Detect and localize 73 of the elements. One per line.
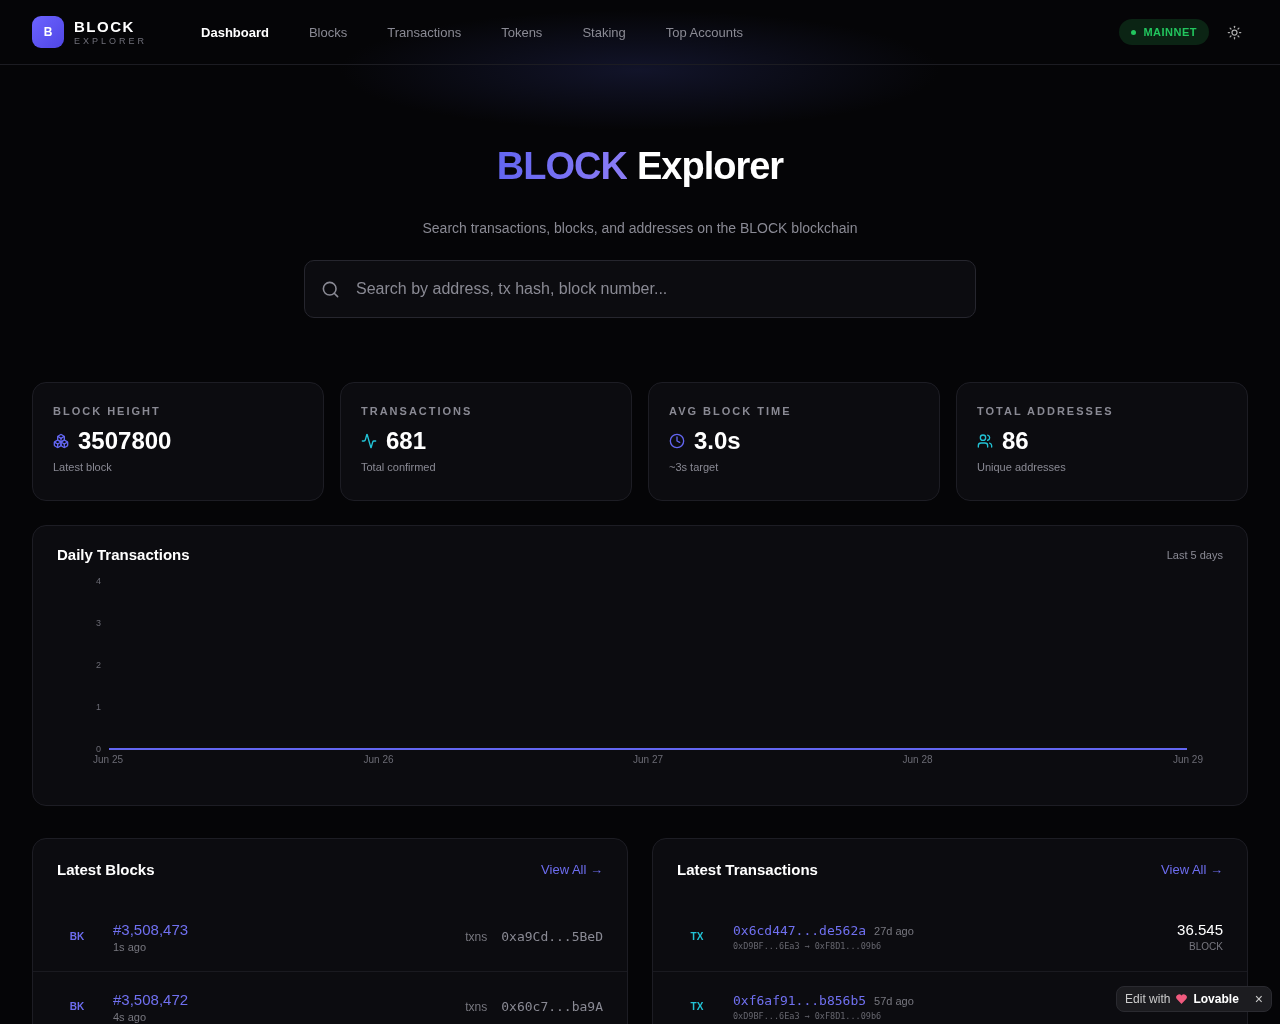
arrow-glyph: →: [804, 1010, 810, 1021]
stat-note: ~3s target: [669, 461, 720, 473]
nav-link[interactable]: Blocks: [290, 16, 366, 48]
tx-label: TX: [689, 1001, 705, 1012]
network-badge: MAINNET: [1119, 19, 1209, 45]
close-button[interactable]: ×: [1244, 991, 1263, 1007]
axis-tick-label: Jun 28: [902, 754, 933, 765]
axis-tick-label: Jun 26: [363, 754, 394, 765]
heart-icon: [1176, 994, 1188, 1004]
tx-hash-link[interactable]: 0x6cd447...de562a: [733, 922, 867, 938]
arrow-glyph: →: [804, 940, 810, 951]
block-age: 4s ago: [113, 1010, 148, 1023]
block-label: BK: [68, 931, 86, 942]
badge-brand: Lovable: [1193, 992, 1239, 1006]
block-age: 1s ago: [113, 940, 148, 953]
to-address: 0xF8D1...09b6: [814, 1010, 882, 1021]
subtitle: Search transactions, blocks, and addresses on the BLOCK blockchain: [422, 220, 858, 236]
stat-label: BLOCK HEIGHT: [53, 405, 162, 417]
block-label: BK: [68, 1001, 86, 1012]
view-all-link[interactable]: View All →: [1161, 862, 1223, 877]
tx-age: 27d ago: [874, 924, 914, 937]
to-address: 0xF8D1...09b6: [814, 940, 882, 951]
stat-value: 3507800: [78, 427, 172, 455]
page-title: Explorer: [636, 145, 784, 188]
card-title: Latest Blocks: [57, 861, 155, 878]
from-address: 0xD9BF...6Ea3: [733, 940, 800, 951]
block-number-link[interactable]: #3,508,473: [113, 920, 466, 938]
stat-label: AVG BLOCK TIME: [669, 405, 793, 417]
nav-link[interactable]: Transactions: [369, 16, 480, 48]
nav-link[interactable]: Tokens: [483, 16, 561, 48]
axis-tick-label: Jun 29: [1172, 754, 1203, 765]
range-label: Last 5 days: [1166, 548, 1223, 561]
axis-tick-label: Jun 25: [93, 754, 124, 765]
nav-link[interactable]: Dashboard: [183, 16, 287, 48]
search-icon: [321, 279, 340, 299]
edit-with-badge[interactable]: Edit with Lovable ×: [1116, 986, 1272, 1012]
stat-note: Latest block: [53, 461, 113, 473]
stat-label: TRANSACTIONS: [361, 405, 474, 417]
axis-tick-label: 1: [96, 702, 101, 712]
logo-icon[interactable]: B: [32, 16, 64, 48]
stat-value: 3.0s: [694, 427, 741, 455]
axis-tick-label: Jun 27: [633, 754, 663, 765]
brand-subtitle: EXPLORER: [74, 36, 148, 46]
card-title: Daily Transactions: [57, 546, 190, 563]
from-address: 0xD9BF...6Ea3: [733, 1010, 800, 1021]
badge-prefix: Edit with: [1125, 992, 1171, 1006]
tx-amount: 36.545: [1177, 921, 1223, 938]
axis-tick-label: 2: [96, 660, 101, 670]
sun-icon: [1227, 24, 1242, 40]
txns-label: txns: [465, 929, 488, 944]
search-bar[interactable]: Search by address, tx hash, block number...: [304, 260, 976, 318]
tx-hash-link[interactable]: 0xf6af91...b856b5: [733, 992, 867, 1008]
nav-link[interactable]: Top Accounts: [647, 16, 762, 48]
stat-value: 86: [1002, 427, 1029, 455]
amount-unit: BLOCK: [1189, 941, 1223, 952]
tx-label: TX: [689, 931, 705, 942]
brand-name: BLOCK: [74, 18, 136, 36]
view-all-link[interactable]: View All →: [541, 862, 603, 877]
search-field[interactable]: Search by address, tx hash, block number...: [354, 279, 959, 299]
axis-tick-label: 0: [96, 744, 101, 754]
stat-note: Total confirmed: [361, 461, 437, 473]
stat-value: 681: [386, 427, 427, 455]
tx-age: 57d ago: [874, 994, 914, 1007]
axis-tick-label: 3: [96, 618, 101, 628]
card-title: Latest Transactions: [677, 861, 818, 878]
stat-note: Unique addresses: [977, 461, 1067, 473]
nav-link[interactable]: Staking: [564, 16, 644, 48]
txns-label: txns: [465, 999, 488, 1014]
stat-label: TOTAL ADDRESSES: [977, 405, 1115, 417]
block-number-link[interactable]: #3,508,472: [113, 990, 466, 1008]
miner-address: 0x60c7...ba9A: [501, 999, 603, 1014]
axis-tick-label: 4: [96, 576, 101, 586]
miner-address: 0xa9Cd...5BeD: [501, 929, 603, 944]
